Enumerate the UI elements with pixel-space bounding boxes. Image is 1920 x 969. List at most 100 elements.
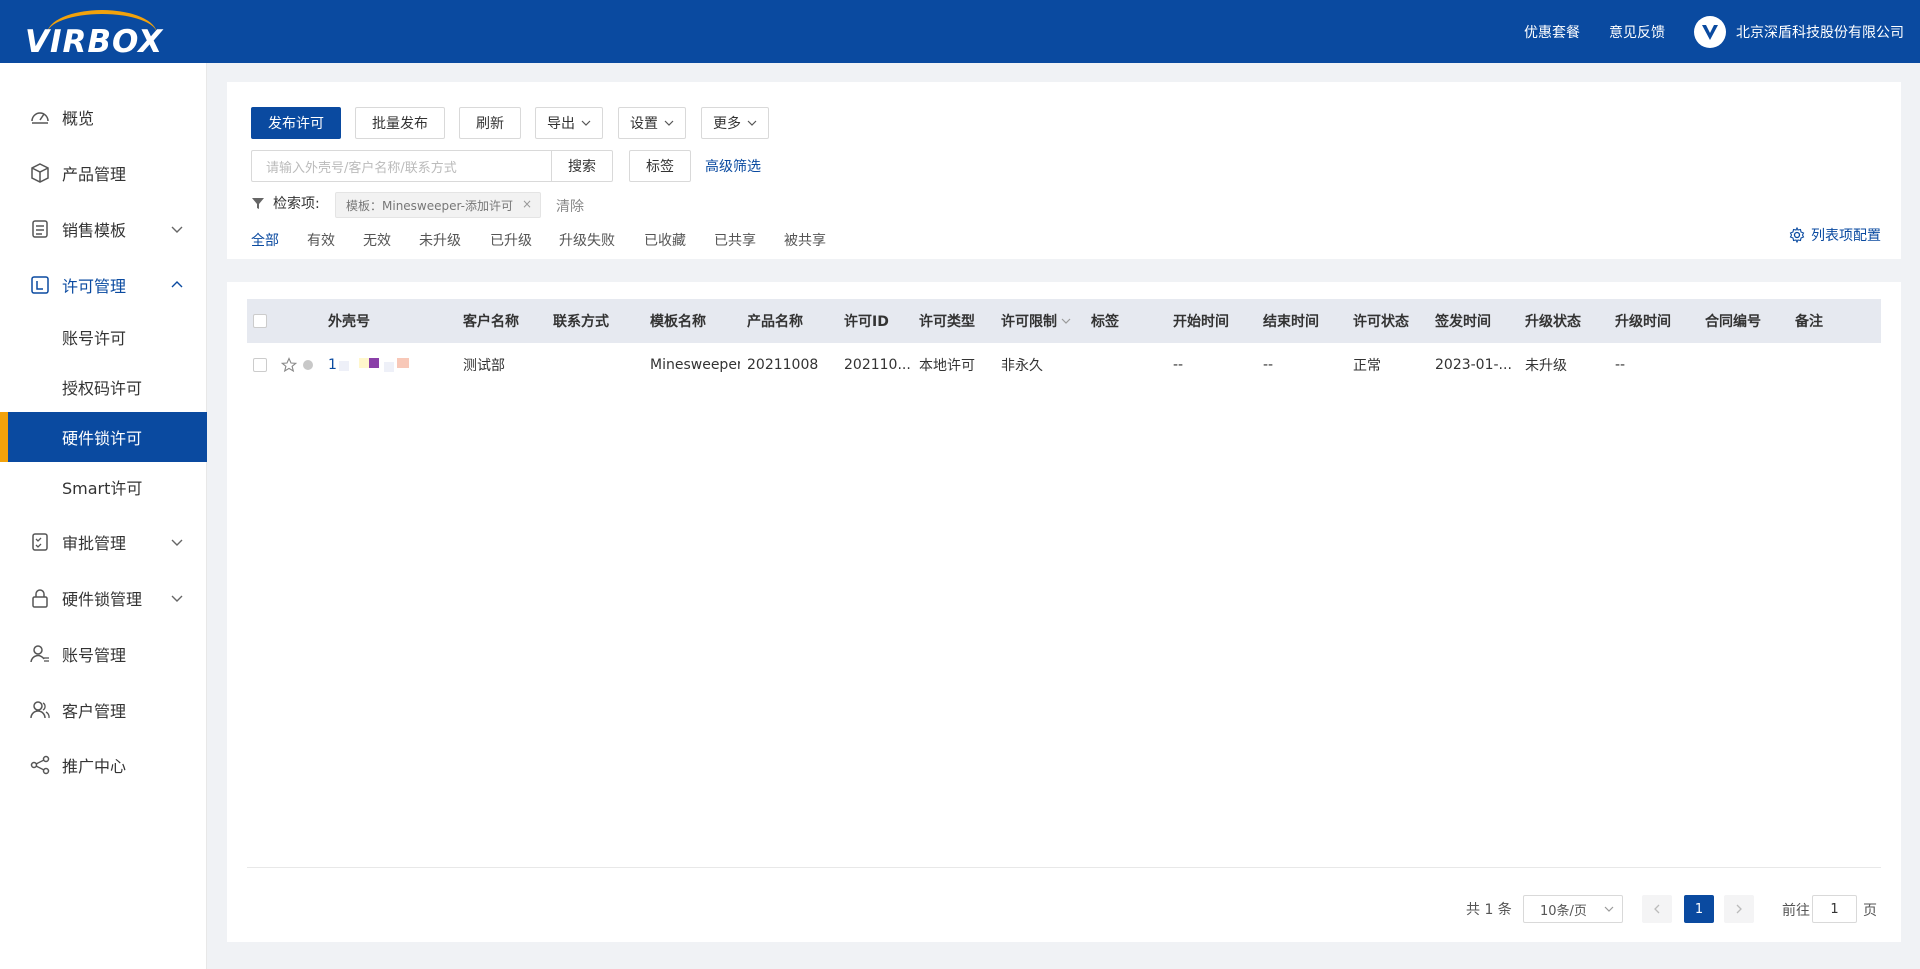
sidebar-item-label: 客户管理 (62, 702, 127, 721)
advanced-filter-link[interactable]: 高级筛选 (705, 156, 761, 176)
sidebar-item-label: 销售模板 (62, 221, 127, 240)
col-license-type[interactable]: 许可类型 (919, 299, 975, 343)
template-icon (32, 220, 48, 238)
sidebar-subitem-authcode-license[interactable]: 授权码许可 (0, 362, 207, 412)
export-label: 导出 (547, 116, 575, 132)
col-contract-no[interactable]: 合同编号 (1705, 299, 1761, 343)
sidebar-item-sales-templates[interactable]: 销售模板 (0, 204, 207, 254)
sidebar-item-overview[interactable]: 概览 (0, 92, 207, 142)
header-right: 优惠套餐 意见反馈 北京深盾科技股份有限公司 (1524, 0, 1904, 63)
cell-remark (1795, 343, 1875, 387)
clear-filter-link[interactable]: 清除 (556, 196, 584, 216)
col-template[interactable]: 模板名称 (650, 299, 706, 343)
company-name[interactable]: 北京深盾科技股份有限公司 (1736, 22, 1904, 42)
promo-link[interactable]: 优惠套餐 (1524, 22, 1580, 42)
sidebar-item-label: 账号管理 (62, 646, 127, 665)
page-size-select[interactable]: 10条/页 (1523, 895, 1623, 923)
company-logo-icon (1694, 15, 1726, 48)
cell-upgrade-time: -- (1615, 357, 1626, 373)
top-header: VIRBOX 优惠套餐 意见反馈 北京深盾科技股份有限公司 (0, 0, 1920, 63)
sidebar-subitem-label: Smart许可 (62, 479, 143, 498)
tags-button[interactable]: 标签 (629, 150, 691, 182)
select-all-checkbox[interactable] (253, 314, 267, 328)
sidebar-subitem-account-license[interactable]: 账号许可 (0, 312, 207, 362)
col-tags[interactable]: 标签 (1091, 299, 1119, 343)
next-page-button[interactable] (1724, 895, 1754, 923)
tab-not-upgraded[interactable]: 未升级 (419, 230, 461, 250)
sidebar-subitem-hardware-lock-license[interactable]: 硬件锁许可 (0, 412, 207, 462)
redacted-block (359, 358, 369, 368)
sidebar: 概览 产品管理 销售模板 许可管理 账号许可 授权码许可 硬件锁许可 Smart… (0, 63, 207, 969)
row-checkbox[interactable] (253, 358, 267, 372)
col-end-time[interactable]: 结束时间 (1263, 299, 1319, 343)
sidebar-subitem-label: 授权码许可 (62, 379, 143, 398)
tab-shared-with-me[interactable]: 被共享 (784, 230, 826, 250)
col-contact[interactable]: 联系方式 (553, 299, 609, 343)
settings-dropdown[interactable]: 设置 (618, 107, 686, 139)
cell-license-id: 202110... (844, 357, 911, 373)
close-icon[interactable]: × (522, 197, 532, 211)
tab-all[interactable]: 全部 (251, 230, 279, 250)
cell-product: 20211008 (747, 357, 819, 373)
col-remark[interactable]: 备注 (1795, 299, 1823, 343)
col-customer[interactable]: 客户名称 (463, 299, 519, 343)
sidebar-subitem-smart-license[interactable]: Smart许可 (0, 462, 207, 512)
search-input[interactable]: 请输入外壳号/客户名称/联系方式 (251, 150, 553, 182)
tab-invalid[interactable]: 无效 (363, 230, 391, 250)
table-row[interactable]: 1 测试部 Minesweeper... 20211008 202110... … (247, 343, 1881, 387)
col-license-limit[interactable]: 许可限制 (1001, 299, 1071, 343)
redacted-block (384, 362, 394, 372)
tab-shared[interactable]: 已共享 (714, 230, 756, 250)
tab-favorited[interactable]: 已收藏 (644, 230, 686, 250)
col-status[interactable]: 许可状态 (1353, 299, 1409, 343)
status-dot (303, 360, 313, 370)
virbox-logo[interactable]: VIRBOX (25, 10, 175, 60)
cell-issued-time: 2023-01-... (1435, 357, 1512, 373)
col-product[interactable]: 产品名称 (747, 299, 803, 343)
sidebar-item-hardware-lock[interactable]: 硬件锁管理 (0, 573, 207, 623)
tab-valid[interactable]: 有效 (307, 230, 335, 250)
col-upgrade-status[interactable]: 升级状态 (1525, 299, 1581, 343)
column-config-button[interactable]: 列表项配置 (1789, 225, 1881, 245)
cell-start-time: -- (1173, 357, 1184, 373)
col-upgrade-time[interactable]: 升级时间 (1615, 299, 1671, 343)
chevron-down-icon (1061, 318, 1071, 324)
search-button[interactable]: 搜索 (551, 150, 613, 182)
more-dropdown[interactable]: 更多 (701, 107, 769, 139)
col-start-time[interactable]: 开始时间 (1173, 299, 1229, 343)
tab-upgraded[interactable]: 已升级 (490, 230, 532, 250)
star-icon[interactable] (281, 357, 297, 373)
col-issued-time[interactable]: 签发时间 (1435, 299, 1491, 343)
cell-contact (553, 343, 643, 387)
cell-license-limit: 非永久 (1001, 358, 1043, 374)
box-icon (31, 163, 49, 183)
batch-publish-button[interactable]: 批量发布 (355, 107, 445, 139)
sidebar-item-accounts[interactable]: 账号管理 (0, 629, 207, 679)
tab-upgrade-failed[interactable]: 升级失败 (559, 230, 615, 250)
goto-page-input[interactable]: 1 (1812, 895, 1857, 923)
cell-template: Minesweeper... (650, 357, 740, 373)
sidebar-item-customers[interactable]: 客户管理 (0, 685, 207, 735)
col-shell-no[interactable]: 外壳号 (328, 299, 370, 343)
cell-shell-no[interactable]: 1 (328, 343, 338, 387)
dashboard-icon (31, 112, 49, 124)
sidebar-item-promotion[interactable]: 推广中心 (0, 740, 207, 790)
more-label: 更多 (713, 116, 741, 132)
export-dropdown[interactable]: 导出 (535, 107, 603, 139)
chevron-down-icon (171, 226, 183, 233)
feedback-link[interactable]: 意见反馈 (1609, 22, 1665, 42)
refresh-button[interactable]: 刷新 (459, 107, 521, 139)
filter-row: 检索项: (251, 189, 320, 217)
filter-chip-label: 模板：Minesweeper-添加许可 (346, 198, 514, 213)
col-license-limit-label: 许可限制 (1001, 314, 1057, 330)
filter-label: 检索项: (273, 196, 320, 212)
sidebar-item-approval[interactable]: 审批管理 (0, 517, 207, 567)
prev-page-button[interactable] (1642, 895, 1672, 923)
publish-license-button[interactable]: 发布许可 (251, 107, 341, 139)
page-number-current[interactable]: 1 (1684, 895, 1714, 923)
sidebar-item-license-management[interactable]: 许可管理 (0, 260, 207, 310)
sidebar-subitem-label: 硬件锁许可 (62, 429, 143, 448)
col-license-id[interactable]: 许可ID (844, 299, 889, 343)
toolbar-panel: 发布许可 批量发布 刷新 导出 设置 更多 请输入外壳号/客户名称/联系方式 搜… (227, 82, 1901, 259)
sidebar-item-products[interactable]: 产品管理 (0, 148, 207, 198)
